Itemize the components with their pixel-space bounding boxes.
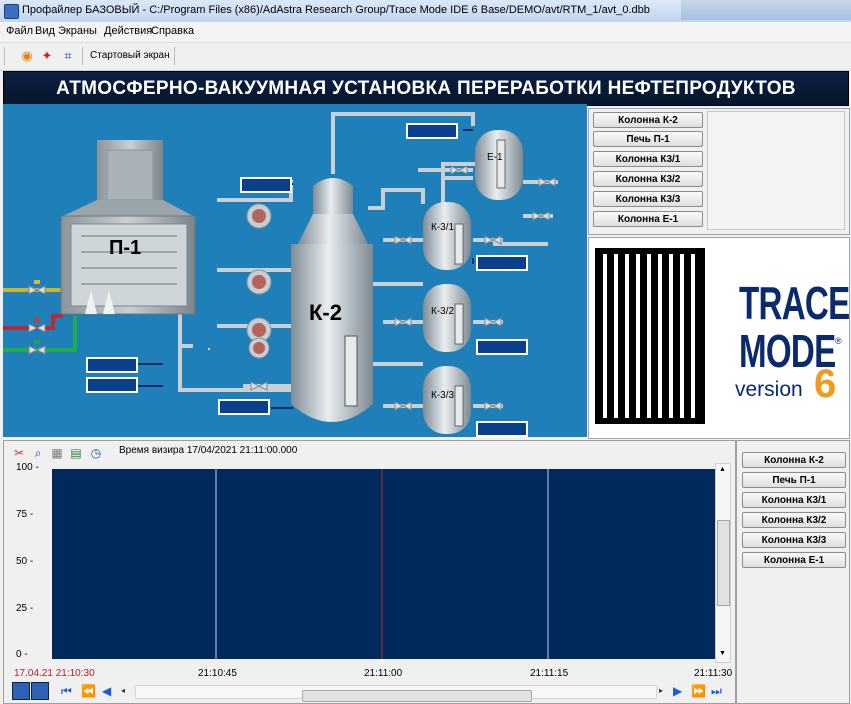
nav-button-column-k2[interactable]: Колонна К-2 xyxy=(593,112,703,128)
nav-button-column-k3-3[interactable]: Колонна К3/3 xyxy=(593,191,703,207)
toolbar-separator xyxy=(82,47,83,65)
x-tick-2: 21:10:45 xyxy=(198,668,237,679)
vessel-k3-1[interactable] xyxy=(423,202,471,270)
trend-grid xyxy=(215,469,549,659)
heat-exchanger-2[interactable] xyxy=(246,269,272,295)
trend-navigation-bar: ⏮ ⏪ ◀ ◂ ▸ ▶ ⏩ ⏭ xyxy=(9,682,729,702)
trend-button-column-k3-3[interactable]: Колонна К3/3 xyxy=(742,532,846,548)
trend-button-column-e1[interactable]: Колонна Е-1 xyxy=(742,552,846,568)
nav-button-column-e1[interactable]: Колонна Е-1 xyxy=(593,211,703,227)
menu-help[interactable]: Справка xyxy=(151,25,194,37)
step-forward-fast-icon[interactable]: ⏩ xyxy=(691,683,706,699)
menu-screens[interactable]: Экраны xyxy=(58,25,97,37)
scroll-left-icon[interactable]: ◂ xyxy=(121,683,125,699)
step-back-fast-icon[interactable]: ⏪ xyxy=(81,683,96,699)
horizontal-scrollbar[interactable] xyxy=(135,685,657,702)
app-icon xyxy=(4,4,19,19)
mnemonic-header: АТМОСФЕРНО-ВАКУУМНАЯ УСТАНОВКА ПЕРЕРАБОТ… xyxy=(3,71,849,106)
trend-plot[interactable] xyxy=(52,469,717,659)
menu-file[interactable]: Файл xyxy=(6,25,33,37)
trend-list-icon[interactable] xyxy=(12,682,30,700)
column-label: К-2 xyxy=(309,300,342,325)
menu-actions[interactable]: Действия xyxy=(104,25,152,37)
x-tick-4: 21:11:15 xyxy=(530,668,569,679)
heat-exchanger-4[interactable] xyxy=(248,337,270,359)
trend-button-column-k2[interactable]: Колонна К-2 xyxy=(742,452,846,468)
trend-button-column-k3-2[interactable]: Колонна К3/2 xyxy=(742,512,846,528)
runner-icon[interactable]: ✦ xyxy=(39,48,55,64)
process-diagram: П-1 К-2 Е-1 К-3/1 К-3/2 К-3/3 xyxy=(3,112,558,437)
screen-icon[interactable]: ◉ xyxy=(19,48,35,64)
horizontal-scroll-thumb[interactable] xyxy=(302,690,532,702)
x-tick-3: 21:11:00 xyxy=(364,668,403,679)
tools-icon[interactable]: ✂ xyxy=(12,446,26,460)
y-tick-25: 25 - xyxy=(16,603,34,614)
clock-icon[interactable]: ◷ xyxy=(89,446,103,460)
menu-view[interactable]: Вид xyxy=(35,25,55,37)
heat-exchanger-1[interactable] xyxy=(246,203,272,229)
stripe-graphic xyxy=(595,248,705,424)
chart-settings-icon[interactable]: ▤ xyxy=(69,446,83,460)
vessel-e1[interactable] xyxy=(475,130,523,200)
process-mimic: П-1 К-2 Е-1 К-3/1 К-3/2 К-3/3 xyxy=(3,104,587,437)
k32-label: К-3/2 xyxy=(431,306,454,317)
nav-button-furnace-p1[interactable]: Печь П-1 xyxy=(593,131,703,147)
trend-panel: ✂ ⌕ ▦ ▤ ◷ Время визира 17/04/2021 21:11:… xyxy=(3,440,736,704)
scroll-down-icon[interactable]: ▼ xyxy=(719,650,726,657)
logo-six: 6 xyxy=(814,362,837,406)
nav-panel-trend: Колонна К-2 Печь П-1 Колонна К3/1 Колонн… xyxy=(736,440,850,704)
fit-frame-icon[interactable]: ⌗ xyxy=(60,48,76,64)
step-forward-icon[interactable]: ▶ xyxy=(673,683,682,699)
trend-button-furnace-p1[interactable]: Печь П-1 xyxy=(742,472,846,488)
nav-panel-top: Колонна К-2 Печь П-1 Колонна К3/1 Колонн… xyxy=(588,108,850,235)
logo-registered: ® xyxy=(835,336,842,346)
y-tick-100: 100 - xyxy=(16,462,39,473)
logo-trace: TRACE xyxy=(739,277,850,329)
vertical-scroll-thumb[interactable] xyxy=(717,520,730,606)
cursor-time-label: Время визира 17/04/2021 21:11:00.000 xyxy=(119,445,298,456)
nav-panel-top-blank xyxy=(707,111,845,230)
menu-bar: Файл Вид Экраны Действия Справка xyxy=(0,22,851,43)
k31-label: К-3/1 xyxy=(431,222,454,233)
y-tick-50: 50 - xyxy=(16,556,34,567)
scroll-up-icon[interactable]: ▲ xyxy=(719,466,726,473)
start-screen-button[interactable]: Стартовый экран xyxy=(88,48,172,64)
toolbar-grip xyxy=(4,47,5,65)
logo-panel: TRACE MODE ® version 6 xyxy=(588,237,850,439)
zoom-icon[interactable]: ⌕ xyxy=(31,446,45,460)
toolbar-separator xyxy=(174,47,175,65)
scroll-right-icon[interactable]: ▸ xyxy=(659,683,663,699)
x-tick-start: 17.04.21 21:10:30 xyxy=(14,668,95,679)
window-controls[interactable] xyxy=(681,0,851,20)
trend-button-column-k3-1[interactable]: Колонна К3/1 xyxy=(742,492,846,508)
x-tick-5: 21:11:30 xyxy=(694,668,733,679)
trend-vertical-scrollbar[interactable]: ▲ ▼ xyxy=(715,463,731,663)
k33-label: К-3/3 xyxy=(431,390,454,401)
go-start-icon[interactable]: ⏮ xyxy=(61,683,72,699)
vessel-k3-2[interactable] xyxy=(423,284,471,352)
title-bar: Профайлер БАЗОВЫЙ - C:/Program Files (x8… xyxy=(0,0,851,22)
logo-version: version xyxy=(735,378,803,401)
nav-button-column-k3-1[interactable]: Колонна К3/1 xyxy=(593,151,703,167)
y-tick-75: 75 - xyxy=(16,509,34,520)
toolbar: ◉ ✦ ⌗ Стартовый экран xyxy=(0,43,851,71)
y-tick-0: 0 - xyxy=(16,649,28,660)
e1-label: Е-1 xyxy=(487,152,503,163)
trend-config-icon[interactable] xyxy=(31,682,49,700)
window-title: Профайлер БАЗОВЫЙ - C:/Program Files (x8… xyxy=(22,4,650,16)
nav-button-column-k3-2[interactable]: Колонна К3/2 xyxy=(593,171,703,187)
furnace-label: П-1 xyxy=(109,237,141,259)
go-end-icon[interactable]: ⏭ xyxy=(711,683,722,699)
table-icon[interactable]: ▦ xyxy=(50,446,64,460)
step-back-icon[interactable]: ◀ xyxy=(102,683,111,699)
